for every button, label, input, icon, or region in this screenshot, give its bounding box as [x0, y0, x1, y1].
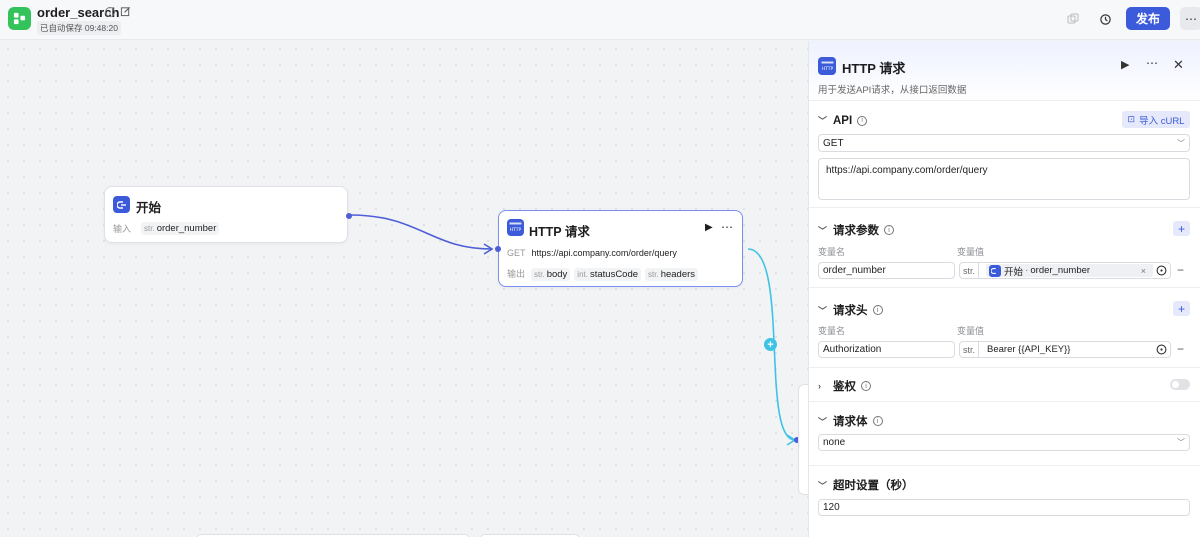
- add-param-button[interactable]: +: [1173, 221, 1190, 236]
- output-label: 输出: [507, 269, 526, 279]
- info-icon[interactable]: i: [872, 305, 883, 315]
- param-name-col: 变量名: [818, 247, 846, 257]
- timeout-section: ﹀ 超时设置（秒） 120: [809, 466, 1200, 526]
- timeout-input[interactable]: 120: [818, 499, 1190, 516]
- variable-picker-icon[interactable]: [1156, 265, 1167, 276]
- panel-more-icon[interactable]: ⋯: [1146, 56, 1158, 70]
- auth-label: 鉴权: [833, 381, 856, 393]
- http-icon: HTTP: [818, 57, 836, 75]
- info-icon[interactable]: i: [884, 225, 894, 235]
- start-node[interactable]: 开始 输入 str. order_number: [104, 186, 352, 243]
- more-button[interactable]: ⋯: [1180, 7, 1200, 30]
- run-node-icon[interactable]: ▶: [705, 222, 713, 233]
- chevron-down-icon[interactable]: ﹀: [818, 114, 828, 127]
- header-name-col: 变量名: [818, 326, 846, 336]
- input-tag: str. order_number: [141, 222, 220, 235]
- remove-header-icon[interactable]: −: [1177, 342, 1184, 356]
- node-more-icon[interactable]: ⋯: [721, 220, 733, 234]
- http-url: https://api.company.com/order/query: [531, 248, 677, 258]
- params-section: ﹀ 请求参数 i + 变量名 变量值 order_number str. 开始 …: [809, 208, 1200, 288]
- auth-section: › 鉴权 i: [809, 368, 1200, 402]
- variable-picker-icon[interactable]: [1156, 344, 1167, 355]
- headers-section: ﹀ 请求头 i + 变量名 变量值 Authorization str. Bea…: [809, 288, 1200, 368]
- timeout-label: 超时设置（秒）: [833, 480, 914, 492]
- params-label: 请求参数: [833, 225, 879, 237]
- start-icon: [989, 264, 1002, 277]
- copy-icon: [1067, 13, 1079, 24]
- header-value-field[interactable]: str. Bearer {{API_KEY}}: [959, 341, 1171, 358]
- chevron-down-icon: ﹀: [1177, 438, 1185, 447]
- body-section: ﹀ 请求体 i none ﹀: [809, 402, 1200, 466]
- header-value-col: 变量值: [957, 326, 985, 336]
- param-name-input[interactable]: order_number: [818, 262, 955, 279]
- input-label: 输入: [113, 224, 132, 234]
- http-input-port[interactable]: [495, 246, 501, 252]
- node-config-panel: HTTP HTTP 请求 用于发送API请求，从接口返回数据 ▶ ⋯ ✕ ﹀ A…: [808, 41, 1200, 537]
- chevron-down-icon[interactable]: ﹀: [818, 304, 828, 317]
- import-icon: ⊡: [1127, 114, 1136, 124]
- remove-param-icon[interactable]: −: [1177, 263, 1184, 277]
- http-request-node[interactable]: HTTP HTTP 请求 ▶ ⋯ GET https://api.company…: [495, 210, 743, 287]
- start-icon: [113, 196, 130, 213]
- output-tag: str. body: [531, 268, 571, 281]
- info-icon[interactable]: i: [861, 381, 871, 391]
- top-bar: order_search i 已自动保存 09:48:20 发布 ⋯: [0, 0, 1200, 40]
- chevron-right-icon[interactable]: ›: [818, 381, 828, 391]
- close-icon[interactable]: ✕: [1173, 57, 1184, 73]
- start-output-port[interactable]: [346, 213, 352, 219]
- add-node-button[interactable]: +: [764, 338, 777, 351]
- info-icon[interactable]: i: [857, 115, 868, 126]
- body-type-select[interactable]: none ﹀: [818, 434, 1190, 451]
- api-section: ﹀ API i ⊡ 导入 cURL GET ﹀ https://api.comp…: [809, 102, 1200, 208]
- info-icon[interactable]: i: [872, 416, 883, 426]
- output-tag: str. headers: [645, 268, 699, 281]
- headers-label: 请求头: [833, 305, 868, 317]
- publish-button[interactable]: 发布: [1126, 7, 1170, 30]
- method-select[interactable]: GET ﹀: [818, 134, 1190, 152]
- run-icon[interactable]: ▶: [1121, 58, 1129, 71]
- chevron-down-icon: ﹀: [1177, 138, 1185, 148]
- svg-text:HTTP: HTTP: [821, 66, 833, 72]
- panel-description: 用于发送API请求，从接口返回数据: [818, 85, 967, 96]
- api-label: API: [833, 114, 853, 127]
- param-value-field[interactable]: str. 开始 · order_number ×: [959, 262, 1171, 279]
- panel-title: HTTP 请求: [842, 61, 906, 76]
- import-curl-button[interactable]: ⊡ 导入 cURL: [1122, 111, 1190, 128]
- param-type: str.: [960, 263, 980, 278]
- variable-ref-chip[interactable]: 开始 · order_number ×: [986, 264, 1153, 278]
- app-logo-icon: [8, 7, 31, 30]
- body-label: 请求体: [833, 416, 868, 428]
- http-method: GET: [507, 248, 526, 258]
- header-type: str.: [960, 342, 980, 357]
- output-tag: int. statusCode: [574, 268, 642, 281]
- http-icon: HTTP: [507, 219, 524, 236]
- history-button[interactable]: [1094, 9, 1116, 29]
- chevron-down-icon[interactable]: ﹀: [818, 479, 828, 492]
- workflow-canvas[interactable]: [0, 41, 808, 537]
- header-value-input[interactable]: Bearer {{API_KEY}}: [987, 344, 1153, 355]
- param-value-col: 变量值: [957, 247, 985, 257]
- chevron-down-icon[interactable]: ﹀: [818, 415, 828, 428]
- copy-button[interactable]: [1062, 9, 1084, 29]
- clear-icon[interactable]: ×: [1141, 266, 1146, 276]
- autosave-status: 已自动保存 09:48:20: [37, 21, 121, 35]
- header-name-input[interactable]: Authorization: [818, 341, 955, 358]
- svg-text:HTTP: HTTP: [510, 227, 522, 233]
- chevron-down-icon[interactable]: ﹀: [818, 224, 828, 237]
- add-header-button[interactable]: +: [1173, 301, 1190, 316]
- auth-toggle[interactable]: [1170, 379, 1190, 390]
- history-icon: [1099, 13, 1111, 25]
- edit-icon[interactable]: [120, 6, 131, 17]
- info-icon[interactable]: i: [105, 7, 115, 17]
- url-input[interactable]: https://api.company.com/order/query: [818, 158, 1190, 200]
- panel-header: HTTP HTTP 请求 用于发送API请求，从接口返回数据 ▶ ⋯ ✕: [809, 41, 1200, 101]
- http-node-title: HTTP 请求: [529, 225, 590, 239]
- start-node-title: 开始: [136, 201, 162, 215]
